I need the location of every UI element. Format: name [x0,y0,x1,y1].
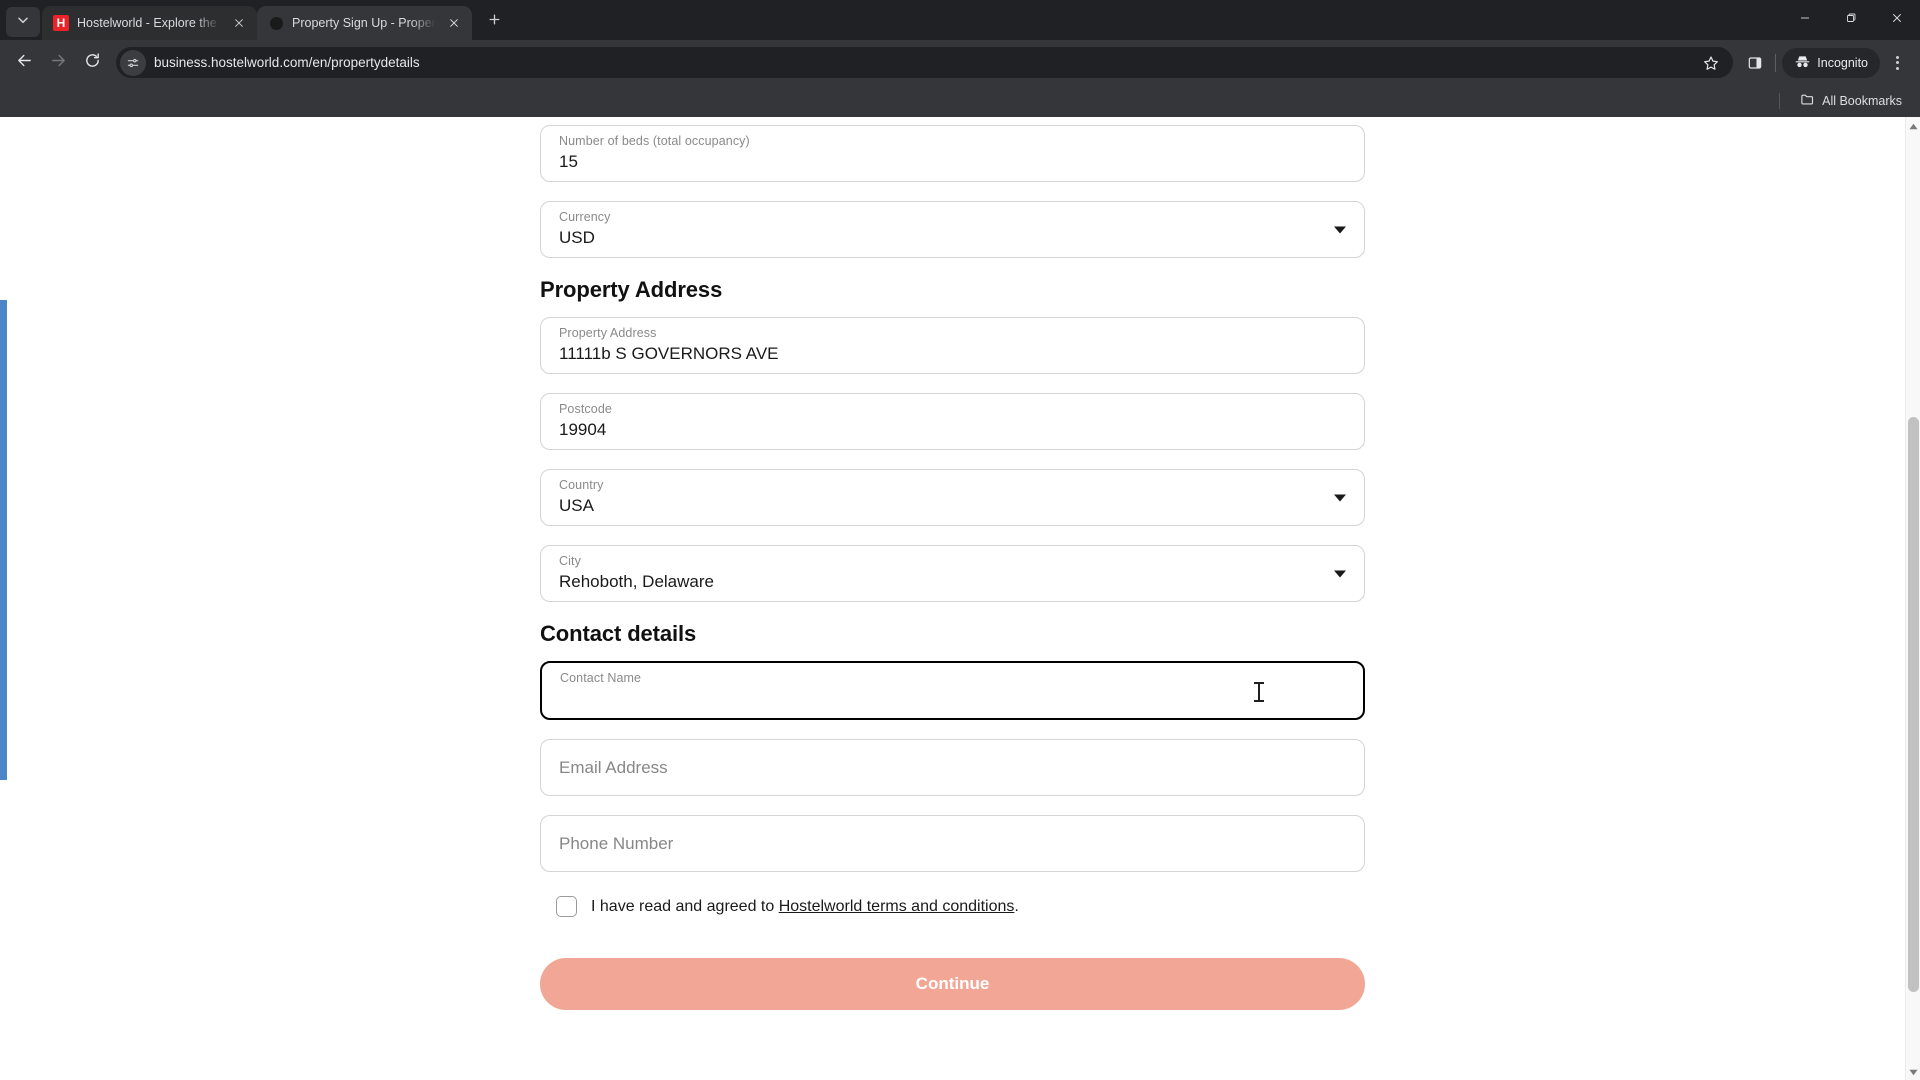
tab-title: Property Sign Up - Property and [292,16,436,30]
back-icon [16,52,33,74]
tab-title: Hostelworld - Explore the world [77,16,221,30]
beds-label: Number of beds (total occupancy) [559,134,750,148]
phone-placeholder: Phone Number [559,833,674,853]
three-dots-menu-icon[interactable] [1882,48,1912,78]
terms-prefix: I have read and agreed to [591,897,779,915]
loading-dot-icon [268,15,284,31]
chevron-down-icon [1908,1063,1918,1080]
back-button[interactable] [8,47,40,79]
terms-checkbox[interactable] [556,896,577,917]
page-scrollbar[interactable] [1905,117,1920,1080]
postcode-label: Postcode [559,402,612,416]
tab-search-button[interactable] [6,7,40,37]
browser-tab-hostelworld[interactable]: H Hostelworld - Explore the world [42,6,257,40]
url-text[interactable]: business.hostelworld.com/en/propertydeta… [154,55,1697,70]
terms-text: I have read and agreed to Hostelworld te… [591,898,1019,916]
postcode-field[interactable]: Postcode 19904 [540,393,1365,450]
maximize-icon [1845,11,1857,29]
reload-button[interactable] [76,47,108,79]
property-address-value: 11111b S GOVERNORS AVE [559,344,779,363]
forward-button[interactable] [42,47,74,79]
property-address-field[interactable]: Property Address 11111b S GOVERNORS AVE [540,317,1365,374]
window-controls [1782,0,1920,40]
browser-window: H Hostelworld - Explore the world Proper… [0,0,1920,1080]
chevron-down-icon [1334,494,1346,501]
scroll-up-button[interactable] [1906,117,1920,134]
minimize-icon [1799,11,1811,29]
country-value: USA [559,496,594,515]
postcode-value: 19904 [559,420,607,439]
contact-name-field[interactable]: Contact Name [540,661,1365,720]
continue-button[interactable]: Continue [540,958,1365,1010]
currency-value: USD [559,228,595,247]
browser-tab-property-sign-up[interactable]: Property Sign Up - Property and [257,6,472,40]
scroll-down-button[interactable] [1906,1063,1920,1080]
side-panel-icon[interactable] [1741,49,1769,77]
reload-icon [84,52,101,74]
address-bar[interactable]: business.hostelworld.com/en/propertydeta… [116,47,1734,78]
city-value: Rehoboth, Delaware [559,572,714,591]
close-window-button[interactable] [1874,0,1920,40]
tab-strip: H Hostelworld - Explore the world Proper… [0,0,1920,40]
email-placeholder: Email Address [559,757,668,777]
browser-toolbar: business.hostelworld.com/en/propertydeta… [0,40,1920,85]
terms-row: I have read and agreed to Hostelworld te… [556,896,1365,917]
country-select[interactable]: Country USA [540,469,1365,526]
currency-label: Currency [559,210,611,224]
section-heading-property-address: Property Address [540,277,723,302]
forward-icon [50,52,67,74]
all-bookmarks-button[interactable]: All Bookmarks [1794,89,1908,113]
close-icon[interactable] [444,13,464,33]
incognito-icon [1794,54,1811,72]
chevron-down-icon [1334,570,1346,577]
site-settings-icon[interactable] [120,49,146,76]
terms-link[interactable]: Hostelworld terms and conditions [779,898,1015,915]
all-bookmarks-label: All Bookmarks [1822,94,1902,108]
property-address-label: Property Address [559,326,657,340]
beds-field[interactable]: Number of beds (total occupancy) 15 [540,125,1365,182]
star-icon[interactable] [1697,49,1725,77]
contact-name-label: Contact Name [560,671,642,685]
phone-field[interactable]: Phone Number [540,815,1365,872]
chevron-up-icon [1908,117,1918,135]
plus-icon [488,13,501,31]
currency-select[interactable]: Currency USD [540,201,1365,258]
minimize-button[interactable] [1782,0,1828,40]
city-select[interactable]: City Rehoboth, Delaware [540,545,1365,602]
email-field[interactable]: Email Address [540,739,1365,796]
new-tab-button[interactable] [480,8,508,36]
bookmarks-bar: All Bookmarks [0,85,1920,117]
scrollbar-thumb[interactable] [1908,417,1919,992]
close-icon [1891,11,1903,29]
text-cursor [1254,682,1264,702]
incognito-label: Incognito [1817,55,1868,70]
property-details-form: Number of beds (total occupancy) 15 Curr… [0,117,1905,1080]
bookmarks-divider [1779,93,1781,109]
chevron-down-icon [16,13,30,32]
toolbar-divider [1775,53,1777,72]
page-viewport: Number of beds (total occupancy) 15 Curr… [0,117,1920,1080]
beds-value: 15 [559,152,578,171]
incognito-indicator[interactable]: Incognito [1782,47,1880,78]
omnibox-actions [1697,49,1725,77]
folder-icon [1800,92,1815,110]
section-heading-contact-details: Contact details [540,621,697,646]
maximize-button[interactable] [1828,0,1874,40]
hostelworld-h-icon: H [53,15,69,31]
chevron-down-icon [1334,226,1346,233]
close-icon[interactable] [229,13,249,33]
terms-suffix: . [1014,897,1019,915]
country-label: Country [559,478,604,492]
city-label: City [559,554,581,568]
